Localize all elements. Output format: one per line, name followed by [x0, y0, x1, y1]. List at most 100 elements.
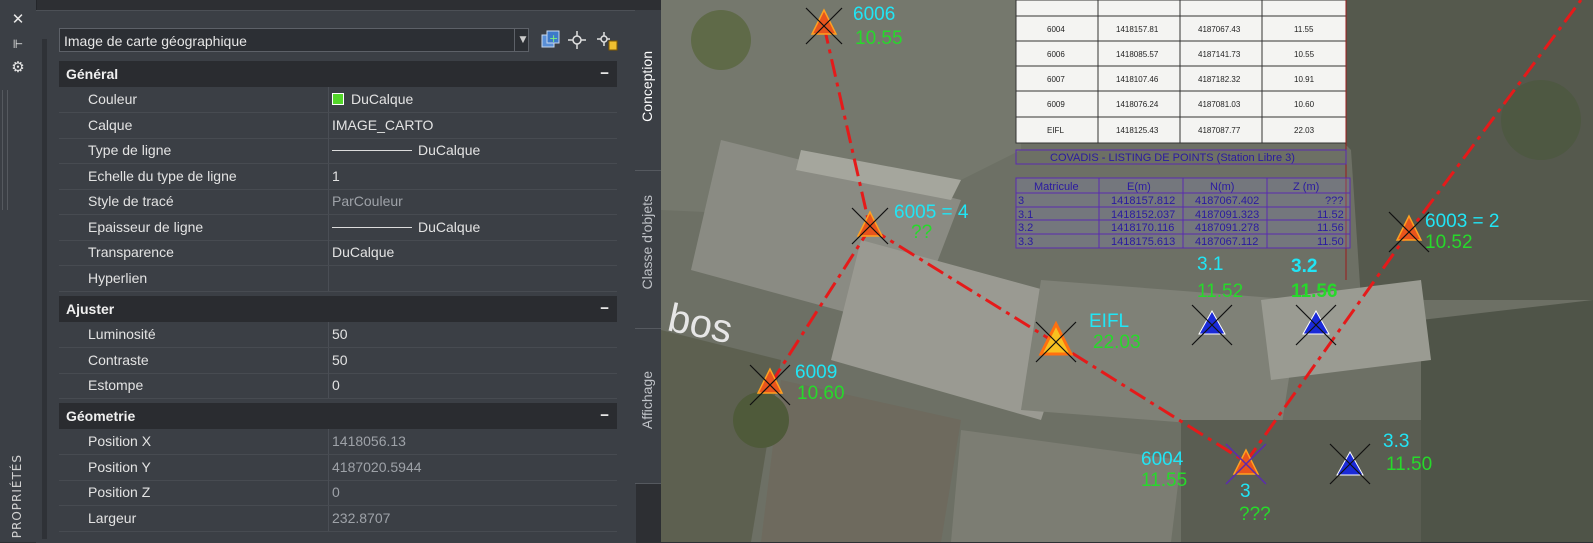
row-label: Epaisseur de ligne: [88, 219, 204, 235]
point-name: 6009: [795, 362, 837, 383]
table-cell: 10.60: [1294, 100, 1315, 109]
row-label: Luminosité: [88, 326, 156, 342]
row-label: Position Y: [88, 459, 151, 475]
table-cell: EIFL: [1047, 126, 1064, 135]
table-cell: 6006: [1047, 50, 1065, 59]
row-value[interactable]: 1: [332, 164, 340, 189]
point-name: 6006: [853, 4, 895, 25]
point-z: 10.60: [797, 383, 845, 404]
row-position-x[interactable]: Position X 1418056.13: [59, 429, 617, 455]
close-icon[interactable]: ✕: [9, 10, 27, 28]
palette-grip[interactable]: [2, 90, 8, 210]
row-estompe[interactable]: Estompe 0: [59, 373, 617, 399]
row-value[interactable]: DuCalque: [332, 240, 394, 265]
row-contraste[interactable]: Contraste 50: [59, 348, 617, 374]
linetype-preview: [332, 150, 412, 151]
settings-icon[interactable]: ⚙: [9, 58, 27, 76]
tab-classe-objets[interactable]: Classe d'objets: [635, 170, 662, 330]
section-geometrie[interactable]: Géometrie −: [59, 403, 617, 429]
row-calque[interactable]: Calque IMAGE_CARTO: [59, 113, 617, 139]
listing-cell: 11.50: [1317, 236, 1344, 248]
section-general-title: Général: [66, 66, 119, 82]
point-name: 6004: [1141, 449, 1184, 470]
tab-conception-label: Conception: [639, 51, 655, 122]
table-cell: 1418085.57: [1116, 50, 1159, 59]
table-cell: 11.55: [1294, 25, 1314, 34]
row-largeur[interactable]: Largeur 232.8707: [59, 506, 617, 532]
row-label: Hyperlien: [88, 270, 148, 286]
listing-cell: 3.3: [1018, 236, 1033, 248]
row-position-y[interactable]: Position Y 4187020.5944: [59, 455, 617, 481]
listing-cell: 11.52: [1317, 209, 1344, 221]
couleur-value: DuCalque: [351, 91, 414, 107]
row-label: Calque: [88, 117, 133, 133]
section-ajuster[interactable]: Ajuster −: [59, 296, 617, 322]
table-cell: 4187067.43: [1198, 25, 1241, 34]
row-value[interactable]: 232.8707: [332, 506, 390, 531]
row-label: Largeur: [88, 510, 137, 526]
point-name: 6003 = 2: [1425, 211, 1500, 232]
row-hyperlien[interactable]: Hyperlien: [59, 266, 617, 292]
row-style-trace[interactable]: Style de tracé ParCouleur: [59, 189, 617, 215]
auto-hide-icon[interactable]: ⊩: [9, 35, 27, 53]
point-z: 22.03: [1093, 332, 1141, 353]
tab-affichage[interactable]: Affichage: [635, 328, 662, 484]
row-label: Contraste: [88, 352, 149, 368]
object-type-select[interactable]: Image de carte géographique: [59, 28, 529, 52]
tab-conception[interactable]: Conception: [635, 10, 662, 172]
listing-cell: ???: [1325, 195, 1343, 207]
map-canvas[interactable]: bos 6004 1418157.81 4187067.43 11.55 600…: [661, 0, 1593, 542]
lineweight-preview: [332, 227, 412, 228]
row-luminosite[interactable]: Luminosité 50: [59, 322, 617, 348]
row-value[interactable]: DuCalque: [332, 215, 480, 240]
listing-header: N(m): [1210, 181, 1234, 193]
table-cell: 6007: [1047, 75, 1065, 84]
toggle-pickadd-icon[interactable]: +: [539, 29, 561, 51]
listing-title: COVADIS - LISTING DE POINTS (Station Lib…: [1050, 152, 1295, 164]
listing-cell: 3.2: [1018, 222, 1033, 234]
properties-panel: Image de carte géographique ▼ + Général …: [36, 10, 636, 543]
drawing-viewport[interactable]: bos 6004 1418157.81 4187067.43 11.55 600…: [661, 0, 1593, 542]
row-transparence[interactable]: Transparence DuCalque: [59, 240, 617, 266]
point-name: 3: [1240, 481, 1251, 502]
listing-cell: 4187067.112: [1195, 236, 1258, 248]
row-echelle[interactable]: Echelle du type de ligne 1: [59, 164, 617, 190]
listing-cell: 4187067.402: [1195, 195, 1259, 207]
row-label: Style de tracé: [88, 193, 174, 209]
table-cell: 1418157.81: [1116, 25, 1159, 34]
quick-select-icon[interactable]: [596, 29, 618, 51]
row-value[interactable]: IMAGE_CARTO: [332, 113, 433, 138]
listing-cell: 1418157.812: [1111, 195, 1175, 207]
listing-cell: 4187091.323: [1195, 209, 1259, 221]
collapse-icon[interactable]: −: [600, 61, 609, 87]
collapse-icon[interactable]: −: [600, 296, 609, 322]
chevron-down-icon[interactable]: ▼: [514, 28, 531, 52]
row-value[interactable]: DuCalque: [332, 138, 480, 163]
listing-cell: 11.56: [1317, 222, 1344, 234]
row-value: ParCouleur: [332, 193, 403, 209]
select-objects-icon[interactable]: [566, 29, 588, 51]
row-value[interactable]: 1418056.13: [332, 429, 406, 454]
listing-cell: 3.1: [1018, 209, 1033, 221]
row-value[interactable]: 50: [332, 348, 348, 373]
table-cell: 4187141.73: [1198, 50, 1241, 59]
row-value[interactable]: 0: [332, 480, 340, 505]
collapse-icon[interactable]: −: [600, 403, 609, 429]
point-name: 3.3: [1383, 431, 1409, 452]
row-value[interactable]: 4187020.5944: [332, 455, 422, 480]
row-value[interactable]: 50: [332, 322, 348, 347]
row-type-ligne[interactable]: Type de ligne DuCalque: [59, 138, 617, 164]
row-value[interactable]: DuCalque: [332, 87, 413, 112]
row-label: Position X: [88, 433, 152, 449]
point-name: 3.2: [1291, 256, 1317, 277]
row-value[interactable]: 0: [332, 373, 340, 398]
row-epaisseur[interactable]: Epaisseur de ligne DuCalque: [59, 215, 617, 241]
row-couleur[interactable]: Couleur DuCalque: [59, 87, 617, 113]
listing-cell: 1418152.037: [1111, 209, 1175, 221]
row-position-z[interactable]: Position Z 0: [59, 480, 617, 506]
section-general[interactable]: Général −: [59, 61, 617, 87]
color-swatch: [332, 93, 344, 105]
listing-cell: 1418170.116: [1111, 222, 1174, 234]
panel-scrollbar[interactable]: [42, 39, 47, 539]
table-cell: 10.55: [1294, 50, 1315, 59]
